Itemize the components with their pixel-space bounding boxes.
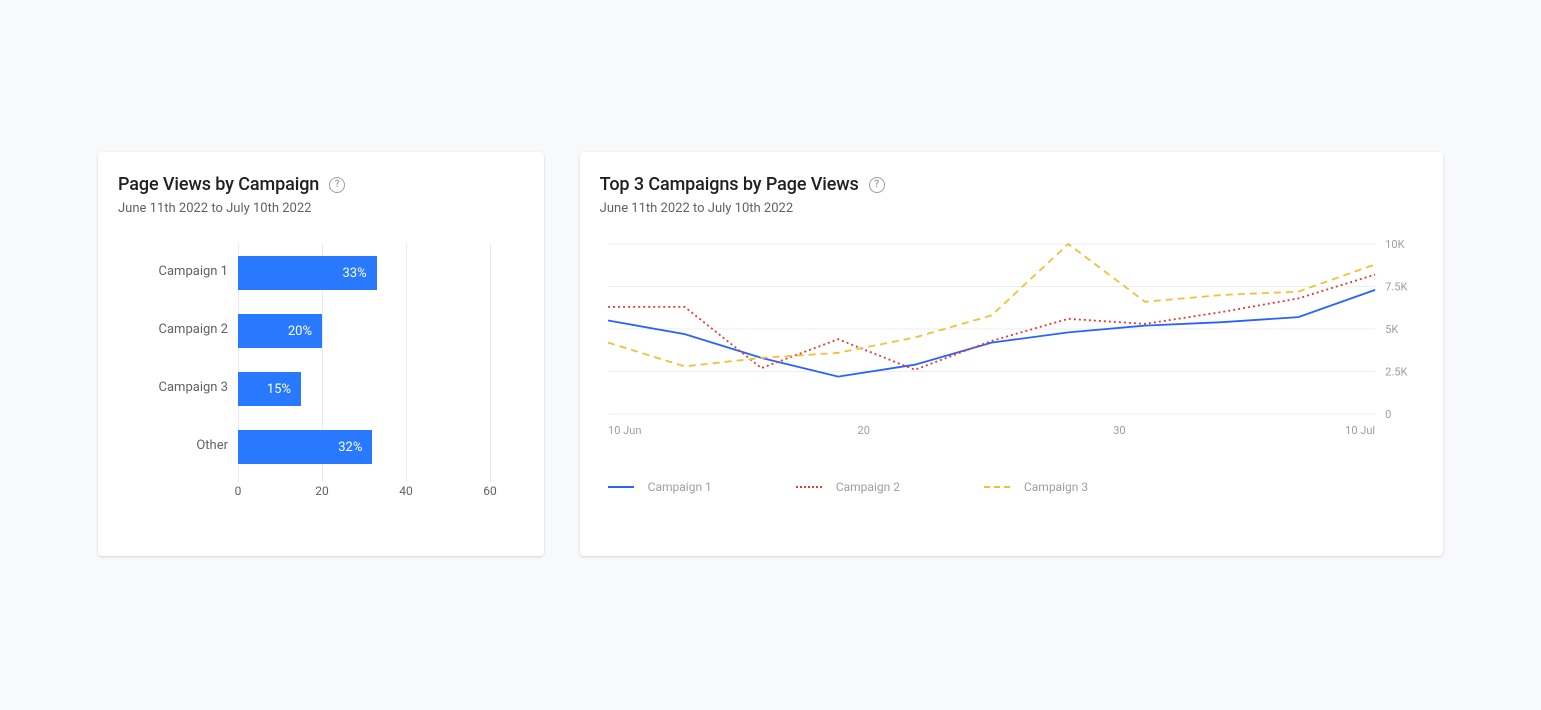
- legend-swatch: [984, 486, 1010, 488]
- bar-category-label: Other: [118, 438, 228, 453]
- gridline: [406, 244, 407, 482]
- y-tick-label: 2.5K: [1385, 366, 1407, 379]
- bar-chart: Campaign 1 33% Campaign 2 20% Campaign 3 15% O…: [118, 244, 524, 534]
- bar: 20%: [238, 314, 322, 348]
- x-tick-label: 0: [235, 484, 242, 498]
- legend-swatch: [608, 486, 634, 488]
- line-series: [608, 244, 1375, 366]
- x-tick-label: 20: [315, 484, 329, 498]
- x-tick-label: 40: [399, 484, 413, 498]
- line-chart: 0 2.5K 5K 7.5K 10K 10 Jun 20 30 10 Jul: [600, 238, 1423, 438]
- bar-category-label: Campaign 3: [118, 380, 228, 395]
- bar: 32%: [238, 430, 372, 464]
- page-views-by-campaign-card: Page Views by Campaign ? June 11th 2022 …: [98, 152, 544, 556]
- y-tick-label: 0: [1385, 408, 1391, 421]
- legend-label: Campaign 3: [1024, 480, 1088, 494]
- card-subheading: June 11th 2022 to July 10th 2022: [600, 201, 1423, 216]
- legend-item: Campaign 3: [984, 480, 1088, 494]
- bar-category-label: Campaign 2: [118, 322, 228, 337]
- help-icon[interactable]: ?: [329, 177, 345, 193]
- bar-category-label: Campaign 1: [118, 264, 228, 279]
- card-title: Top 3 Campaigns by Page Views: [600, 174, 859, 195]
- legend-label: Campaign 1: [648, 480, 712, 494]
- y-tick-label: 10K: [1385, 238, 1404, 251]
- bar: 15%: [238, 372, 301, 406]
- line-series: [608, 290, 1375, 377]
- card-header: Top 3 Campaigns by Page Views ?: [600, 174, 1423, 195]
- x-tick-label: 30: [1113, 424, 1125, 437]
- x-tick-label: 10 Jun: [608, 424, 641, 437]
- bar: 33%: [238, 256, 377, 290]
- card-title: Page Views by Campaign: [118, 174, 319, 195]
- help-icon[interactable]: ?: [869, 177, 885, 193]
- gridline: [490, 244, 491, 482]
- top-campaigns-line-card: Top 3 Campaigns by Page Views ? June 11t…: [580, 152, 1443, 556]
- y-tick-label: 7.5K: [1385, 281, 1407, 294]
- legend-item: Campaign 1: [608, 480, 712, 494]
- x-tick-label: 60: [483, 484, 497, 498]
- x-tick-label: 10 Jul: [1345, 424, 1375, 437]
- line-series: [608, 275, 1375, 370]
- legend-label: Campaign 2: [836, 480, 900, 494]
- x-tick-label: 20: [857, 424, 869, 437]
- legend-swatch: [796, 486, 822, 488]
- legend: Campaign 1 Campaign 2 Campaign 3: [600, 480, 1423, 494]
- legend-item: Campaign 2: [796, 480, 900, 494]
- y-tick-label: 5K: [1385, 323, 1398, 336]
- card-header: Page Views by Campaign ?: [118, 174, 524, 195]
- card-subheading: June 11th 2022 to July 10th 2022: [118, 201, 524, 216]
